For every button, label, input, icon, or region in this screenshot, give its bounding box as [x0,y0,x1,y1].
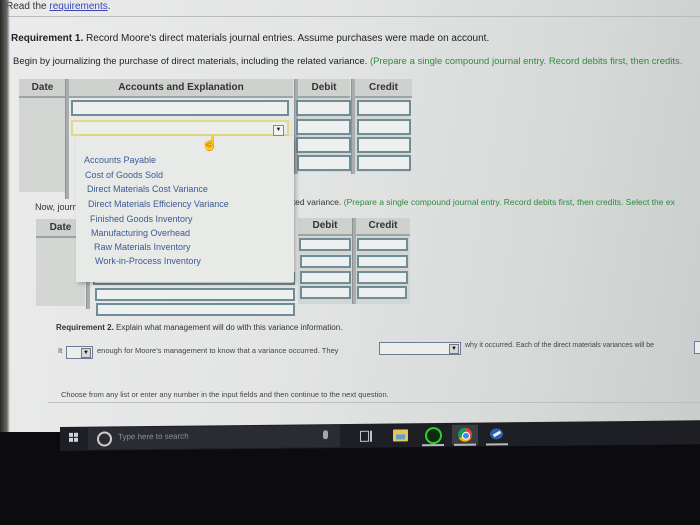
chevron-down-icon[interactable]: ▼ [273,125,284,136]
begin-green-instruction: (Prepare a single compound journal entry… [369,56,683,67]
variances-select[interactable] [694,341,700,354]
credit-input-2-row-4[interactable] [357,286,407,299]
sentence-part-1: enough for Moore's management to know th… [97,346,339,355]
requirement-2-sentence: It [58,346,62,355]
file-explorer-icon[interactable] [388,425,414,445]
col-header-accounts: Accounts and Explanation [69,79,293,98]
requirements-link[interactable]: requirements [49,1,107,12]
requirement-1-label: Requirement 1. [11,33,84,44]
sentence-part-2: why it occurred. Each of the direct mate… [465,342,655,349]
col-header-debit-2: Debit [298,218,352,236]
razer-cortex-icon[interactable] [420,425,446,447]
search-placeholder: Type here to search [118,431,189,442]
taskbar-search-box[interactable]: Type here to search [88,425,340,450]
second-instruction: ated variance. (Prepare a single compoun… [288,197,675,207]
account-input-row-1[interactable] [71,100,289,116]
debit-input-2-row-2[interactable] [300,255,351,268]
debit-input-row-1[interactable] [296,100,351,116]
column-divider [352,218,356,304]
account-select-row-2[interactable]: ▼ [71,120,289,136]
debit-input-2-row-3[interactable] [300,271,351,284]
debit-input-2-row-4[interactable] [300,286,351,299]
requirement-2-text: Requirement 2. Explain what management w… [56,323,342,332]
requirement-1-text: Requirement 1. Record Moore's direct mat… [11,33,489,44]
steam-icon[interactable] [484,424,510,446]
col-header-credit: Credit [355,79,412,98]
col-header-date: Date [19,79,66,98]
requirement-2-body: Explain what management will do with thi… [116,323,343,332]
it-prefix: It [58,346,63,355]
read-requirements-line: Read the requirements. [6,1,111,12]
requirement-2-label: Requirement 2. [56,323,114,332]
credit-input-2-row-2[interactable] [357,255,408,268]
credit-input-row-1[interactable] [357,100,411,116]
microphone-icon[interactable] [323,430,328,440]
second-instruction-prefix: ated variance. [288,197,342,207]
chevron-down-icon[interactable]: ▼ [449,344,459,354]
debit-input-row-4[interactable] [297,155,351,171]
cortana-icon[interactable] [97,431,112,447]
chrome-icon[interactable] [452,424,478,446]
chevron-down-icon[interactable]: ▼ [81,348,91,358]
running-indicator [454,443,476,446]
credit-input-row-3[interactable] [357,137,411,153]
windows-start-icon[interactable] [69,432,79,443]
divider [0,16,700,17]
hand-cursor-icon: ☝ [201,135,219,151]
running-indicator [422,443,444,447]
dropdown-option[interactable]: Finished Goods Inventory [90,214,193,224]
requirement-1-body: Record Moore's direct materials journal … [86,33,490,44]
column-divider [65,79,69,199]
is-is-not-select[interactable]: ▼ [66,346,93,359]
they-action-select[interactable]: ▼ [379,342,461,355]
account-input-2-row-c[interactable] [96,303,295,316]
read-suffix: . [107,1,111,12]
dropdown-option[interactable]: Direct Materials Cost Variance [87,184,208,194]
running-indicator [486,443,508,446]
column-divider [351,79,355,174]
debit-input-2-row-1[interactable] [299,238,351,251]
read-prefix: Read the [6,1,47,12]
monitor-bezel [0,0,10,432]
dropdown-option[interactable]: Work-in-Process Inventory [95,256,201,266]
task-view-icon[interactable] [352,426,378,446]
begin-instruction: Begin by journalizing the purchase of di… [13,56,682,67]
date-column [19,96,66,192]
dropdown-option[interactable]: Direct Materials Efficiency Variance [88,199,229,209]
debit-input-row-3[interactable] [296,137,351,153]
dropdown-option[interactable]: Accounts Payable [84,155,156,165]
debit-input-row-2[interactable] [296,119,351,135]
credit-input-row-2[interactable] [357,119,411,135]
account-dropdown-list: ☝ Accounts Payable Cost of Goods Sold Di… [76,135,294,282]
col-header-credit-2: Credit [356,218,410,236]
browser-page: Read the requirements. Requirement 1. Re… [0,0,700,432]
dropdown-option[interactable]: Raw Materials Inventory [94,242,191,252]
col-header-debit: Debit [298,79,350,98]
second-green-instruction: (Prepare a single compound journal entry… [343,197,675,207]
dropdown-option[interactable]: Cost of Goods Sold [85,170,163,180]
credit-input-2-row-3[interactable] [357,271,408,284]
dropdown-option[interactable]: Manufacturing Overhead [91,228,190,238]
credit-input-row-4[interactable] [357,155,411,171]
begin-text: Begin by journalizing the purchase of di… [13,56,368,67]
account-input-2-row-b[interactable] [95,288,295,301]
divider [48,402,700,403]
footer-hint: Choose from any list or enter any number… [61,390,389,399]
credit-input-2-row-1[interactable] [357,238,408,251]
